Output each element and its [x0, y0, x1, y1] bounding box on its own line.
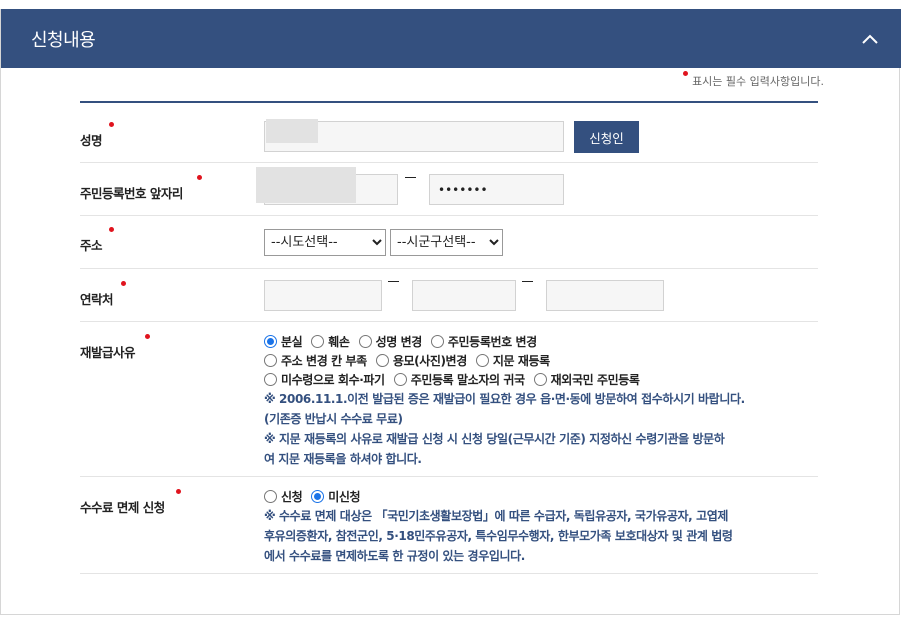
rrn-dash — [405, 177, 416, 178]
reason-label-text: 재발급사유 — [80, 345, 136, 360]
reason-options-line-1: 분실 훼손 성명 변경 주민등록번호 변경 — [264, 332, 824, 351]
phone-dash-2 — [522, 281, 533, 282]
reason-option-label: 분실 — [281, 335, 303, 349]
fee-apply-label: 신청 — [281, 490, 303, 504]
required-marker — [121, 281, 126, 286]
reason-options-line-2: 주소 변경 칸 부족 용모(사진)변경 지문 재등록 — [264, 351, 824, 370]
reason-option-radio[interactable]: 성명 변경 — [358, 333, 423, 350]
address-label: 주소 — [80, 227, 114, 254]
contact-row: 연락처 — [80, 269, 818, 322]
applicant-button[interactable]: 신청인 — [574, 121, 639, 153]
reason-option-label: 재외국민 주민등록 — [550, 373, 640, 387]
required-marker — [109, 122, 114, 127]
required-note: 표시는 필수 입력사항입니다. — [683, 71, 824, 89]
reason-option-radio[interactable]: 지문 재등록 — [475, 352, 550, 369]
fee-note-line: 후유의증환자, 참전군인, 5·18민주유공자, 특수임무수행자, 한부모가족 … — [264, 529, 733, 543]
fee-notapply-radio[interactable]: 미신청 — [311, 488, 361, 505]
radio-icon — [264, 373, 277, 386]
reason-note-line: ※ 2006.11.1.이전 발급된 증은 재발급이 필요한 경우 읍·면·동에… — [264, 392, 745, 406]
panel-title: 신청내용 — [31, 29, 96, 51]
reason-option-radio[interactable]: 미수령으로 회수·파기 — [264, 371, 385, 388]
phone-dash-1 — [388, 281, 399, 282]
phone-part3-input[interactable] — [546, 280, 664, 311]
radio-icon — [358, 335, 372, 348]
radio-selected-icon — [264, 335, 277, 348]
reason-option-label: 미수령으로 회수·파기 — [281, 373, 385, 387]
radio-icon — [533, 373, 547, 386]
contact-label-text: 연락처 — [80, 292, 114, 307]
name-label: 성명 — [80, 122, 114, 149]
reason-note-line: 여 지문 재등록을 하셔야 합니다. — [264, 452, 422, 466]
fee-notapply-label: 미신청 — [328, 490, 361, 504]
fee-row: 수수료 면제 신청 신청 미신청 ※ 수수료 면제 대상은 「국민기초생활보장법… — [80, 477, 818, 574]
reason-option-radio[interactable]: 주소 변경 칸 부족 — [264, 352, 367, 369]
radio-icon — [264, 490, 277, 503]
fee-label-text: 수수료 면제 신청 — [80, 500, 165, 515]
fee-note-line: 에서 수수료를 면제하도록 한 규정이 있는 경우입니다. — [264, 549, 525, 563]
required-marker — [109, 227, 114, 232]
reason-option-radio[interactable]: 훼손 — [311, 333, 350, 350]
required-marker — [176, 489, 181, 494]
reason-option-label: 주민등록 말소자의 귀국 — [410, 373, 525, 387]
fee-note: ※ 수수료 면제 대상은 「국민기초생활보장법」에 따른 수급자, 독립유공자,… — [264, 506, 824, 566]
reason-note: ※ 2006.11.1.이전 발급된 증은 재발급이 필요한 경우 읍·면·동에… — [264, 389, 824, 469]
required-marker — [683, 71, 689, 76]
reason-option-radio[interactable]: 주민등록 말소자의 귀국 — [393, 371, 525, 388]
fee-note-line: ※ 수수료 면제 대상은 「국민기초생활보장법」에 따른 수급자, 독립유공자,… — [264, 509, 728, 523]
fee-options-line: 신청 미신청 — [264, 487, 824, 506]
required-marker — [145, 334, 150, 339]
reason-note-line: (기존증 반납시 수수료 무료) — [264, 412, 403, 426]
required-note-text: 표시는 필수 입력사항입니다. — [692, 75, 824, 88]
panel-header: 신청내용 — [1, 9, 901, 68]
fee-apply-radio[interactable]: 신청 — [264, 488, 303, 505]
contact-label: 연락처 — [80, 281, 126, 308]
name-label-text: 성명 — [80, 133, 103, 148]
reason-option-radio[interactable]: 용모(사진)변경 — [375, 352, 467, 369]
name-row: 성명 신청인 — [80, 103, 818, 163]
address-label-text: 주소 — [80, 238, 103, 253]
masked-name — [266, 119, 318, 143]
address-row: 주소 --시도선택-- --시군구선택-- — [80, 216, 818, 269]
rrn-back-input[interactable] — [429, 174, 564, 205]
radio-icon — [264, 354, 277, 367]
reason-option-radio[interactable]: 재외국민 주민등록 — [533, 371, 640, 388]
reason-row: 재발급사유 분실 훼손 성명 변경 주민등록번호 변경 주소 변경 칸 부족 용모(사진… — [80, 322, 818, 477]
reason-option-label: 주민등록번호 변경 — [447, 335, 537, 349]
rrn-label: 주민등록번호 앞자리 — [80, 175, 202, 202]
radio-icon — [375, 354, 389, 367]
application-form: 성명 신청인 주민등록번호 앞자리 주소 --시도선택-- --시군구선택-- … — [80, 101, 818, 574]
fee-options: 신청 미신청 ※ 수수료 면제 대상은 「국민기초생활보장법」에 따른 수급자,… — [264, 487, 824, 566]
phone-part2-input[interactable] — [412, 280, 516, 311]
radio-icon — [475, 354, 489, 367]
reason-option-radio[interactable]: 주민등록번호 변경 — [430, 333, 537, 350]
reason-option-label: 지문 재등록 — [492, 354, 550, 368]
sido-select[interactable]: --시도선택-- — [264, 229, 386, 256]
reason-option-label: 용모(사진)변경 — [392, 354, 467, 368]
reason-options: 분실 훼손 성명 변경 주민등록번호 변경 주소 변경 칸 부족 용모(사진)변경 지문 … — [264, 332, 824, 469]
reason-option-radio[interactable]: 분실 — [264, 333, 303, 350]
radio-icon — [311, 335, 325, 348]
reason-option-label: 성명 변경 — [375, 335, 423, 349]
fee-label: 수수료 면제 신청 — [80, 489, 181, 516]
reason-option-label: 훼손 — [328, 335, 350, 349]
radio-selected-icon — [311, 490, 325, 503]
reason-label: 재발급사유 — [80, 334, 150, 361]
phone-part1-input[interactable] — [264, 280, 382, 311]
reason-options-line-3: 미수령으로 회수·파기 주민등록 말소자의 귀국 재외국민 주민등록 — [264, 370, 824, 389]
radio-icon — [393, 373, 407, 386]
reason-note-line: ※ 지문 재등록의 사유로 재발급 신청 시 신청 당일(근무시간 기준) 지정… — [264, 432, 725, 446]
masked-rrn — [256, 167, 356, 203]
reason-option-label: 주소 변경 칸 부족 — [281, 354, 367, 368]
required-marker — [197, 175, 202, 180]
chevron-up-icon[interactable] — [859, 28, 881, 50]
rrn-row: 주민등록번호 앞자리 — [80, 163, 818, 216]
sigungu-select[interactable]: --시군구선택-- — [390, 229, 503, 256]
radio-icon — [430, 335, 444, 348]
rrn-label-text: 주민등록번호 앞자리 — [80, 186, 183, 201]
